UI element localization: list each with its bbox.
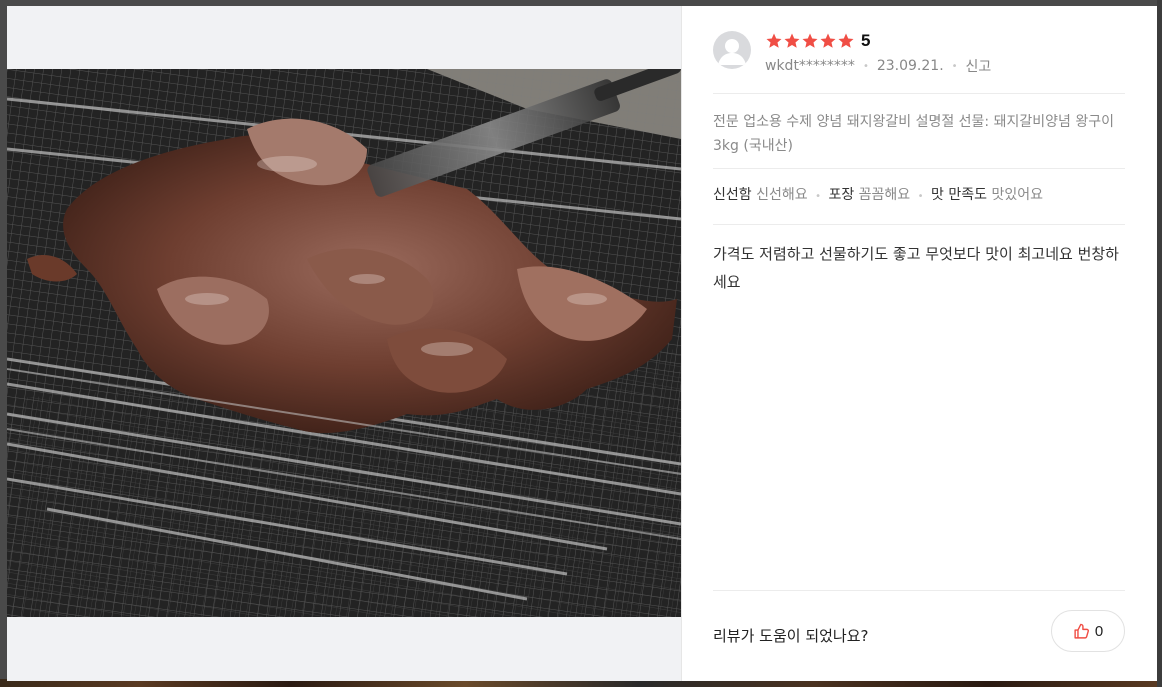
like-button[interactable]: 0	[1051, 610, 1125, 652]
media-pane	[7, 6, 682, 681]
attribute-taste-value: 맛있어요	[991, 187, 1043, 203]
review-header: 5 wkdt******** • 23.09.21. • 신고	[713, 30, 1125, 80]
attribute-taste-label: 맛 만족도	[931, 187, 987, 203]
star-icon	[838, 33, 854, 48]
attribute-separator: •	[815, 191, 821, 202]
review-photo-modal: 5 wkdt******** • 23.09.21. • 신고 전문 업소용 수…	[7, 6, 1157, 681]
rating-row: 5	[765, 30, 870, 52]
review-attributes: 신선함 신선해요 • 포장 꼼꼼해요 • 맛 만족도 맛있어요	[713, 184, 1125, 204]
review-date: 23.09.21.	[876, 58, 944, 74]
review-body: 가격도 저렴하고 선물하기도 좋고 무엇보다 맛이 최고네요 번창하세요	[713, 245, 1119, 291]
helpful-question: 리뷰가 도움이 되었나요?	[713, 627, 869, 645]
attribute-packaging-value: 꼼꼼해요	[858, 187, 911, 203]
grilled-meat-photo	[7, 69, 681, 617]
review-meta: wkdt******** • 23.09.21. • 신고	[765, 56, 991, 76]
review-footer: 리뷰가 도움이 되었나요? 0	[713, 590, 1125, 681]
backdrop-edge	[1157, 0, 1162, 687]
meta-separator: •	[862, 60, 869, 72]
divider	[713, 93, 1125, 94]
star-icon	[784, 33, 800, 48]
attribute-separator: •	[917, 191, 924, 202]
divider	[713, 224, 1125, 225]
reviewer-id: wkdt********	[765, 58, 855, 74]
star-icon	[802, 33, 818, 48]
star-icon	[766, 33, 782, 48]
meta-separator: •	[951, 60, 958, 72]
review-info-pane: 5 wkdt******** • 23.09.21. • 신고 전문 업소용 수…	[713, 6, 1125, 681]
attribute-packaging-label: 포장	[828, 187, 855, 203]
review-photo[interactable]	[7, 69, 681, 617]
default-user-avatar-icon	[713, 31, 751, 69]
rating-value: 5	[861, 31, 871, 50]
star-icon	[820, 33, 836, 48]
product-name[interactable]: 전문 업소용 수제 양념 돼지왕갈비 설명절 선물: 돼지갈비양념 왕구이 3k…	[713, 110, 1125, 168]
thumbs-up-icon	[1073, 623, 1090, 640]
like-count: 0	[1094, 622, 1104, 640]
report-link[interactable]: 신고	[966, 56, 992, 76]
divider	[713, 168, 1125, 169]
attribute-freshness-value: 신선해요	[756, 187, 808, 203]
star-rating	[765, 32, 855, 50]
attribute-freshness-label: 신선함	[713, 187, 752, 203]
